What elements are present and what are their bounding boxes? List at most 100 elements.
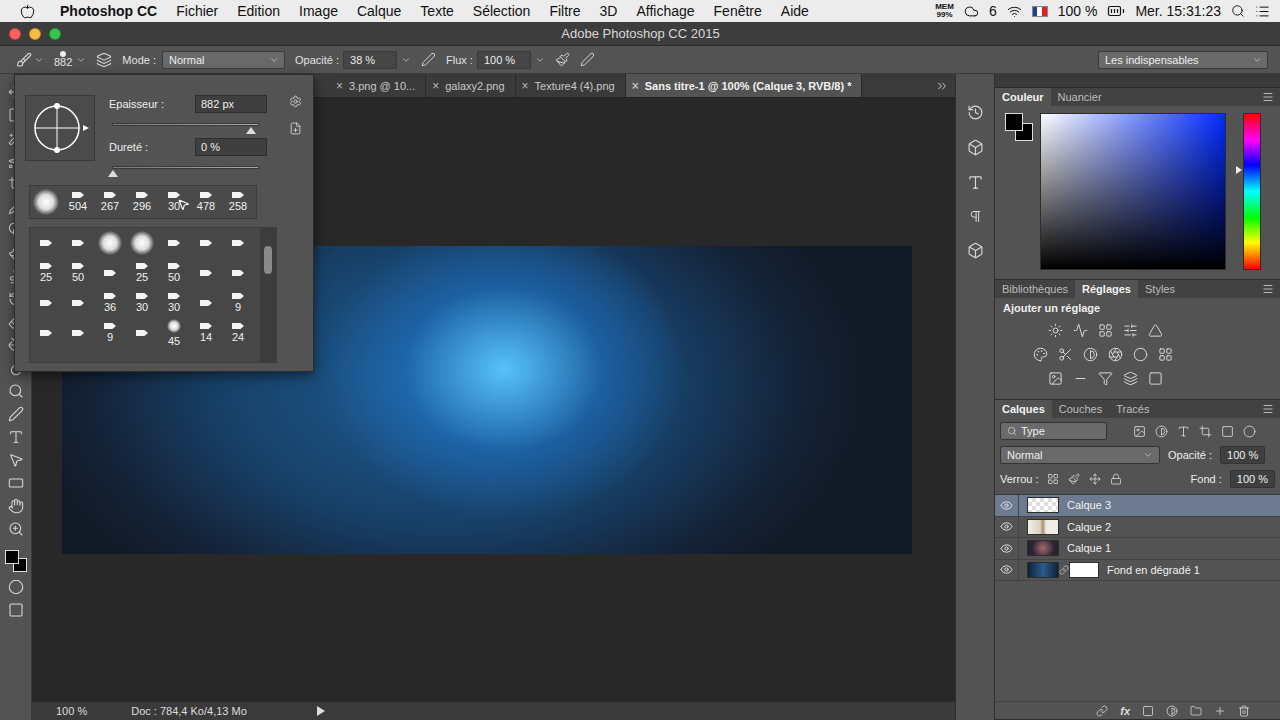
chevron-down-icon[interactable] — [535, 55, 545, 65]
exposure-icon[interactable] — [1123, 323, 1138, 338]
brush-preset[interactable]: 25 — [30, 258, 62, 288]
dodge-icon[interactable] — [8, 383, 24, 399]
screen-mode-icon[interactable] — [8, 602, 24, 618]
brush-preset[interactable] — [62, 318, 94, 348]
chevron-down-icon[interactable] — [76, 55, 86, 65]
filter-toggle-icon[interactable] — [1243, 425, 1256, 438]
menu-item[interactable]: Calque — [357, 3, 401, 19]
brush-preset[interactable]: 30 — [158, 288, 190, 318]
quick-mask-icon[interactable] — [8, 579, 24, 595]
workspace-select[interactable]: Les indispensables — [1098, 51, 1268, 69]
brush-preset[interactable] — [94, 228, 126, 258]
posterize-icon[interactable] — [1073, 371, 1088, 386]
brush-panel-icon[interactable] — [96, 52, 112, 68]
eye-icon[interactable] — [1000, 499, 1013, 512]
panel-tab[interactable]: Couleur — [995, 88, 1051, 106]
vibrance-icon[interactable] — [1148, 323, 1163, 338]
brush-preset[interactable] — [30, 288, 62, 318]
tab-close[interactable]: × — [336, 79, 343, 93]
brush-preset[interactable] — [190, 258, 222, 288]
notifications-icon[interactable] — [1255, 4, 1270, 19]
creative-cloud-icon[interactable] — [964, 4, 979, 19]
brush-preset[interactable]: 24 — [222, 318, 254, 348]
brush-preset[interactable] — [30, 228, 62, 258]
panel-tab[interactable]: Réglages — [1075, 280, 1138, 298]
brush-preset[interactable] — [126, 318, 158, 348]
dock-grip[interactable] — [995, 74, 1280, 88]
mode-select[interactable]: Normal — [162, 51, 285, 69]
pressure-opacity-icon[interactable] — [421, 52, 436, 67]
layer-name[interactable]: Fond en dégradé 1 — [1107, 564, 1200, 576]
brush-preset[interactable]: 50 — [62, 258, 94, 288]
zoom-button[interactable] — [49, 28, 61, 40]
delete-layer-icon[interactable] — [1238, 705, 1250, 717]
chevron-down-icon[interactable] — [269, 55, 279, 65]
link-icon[interactable] — [1059, 565, 1069, 575]
spotlight-icon[interactable] — [1231, 4, 1245, 18]
hue-marker[interactable] — [1236, 166, 1242, 174]
brush-preset[interactable]: 478 — [190, 188, 222, 216]
menu-item[interactable]: Edition — [237, 3, 280, 19]
zoom-icon[interactable] — [8, 521, 24, 537]
hardness-field[interactable]: 0 % — [195, 138, 267, 156]
shape-icon[interactable] — [8, 475, 24, 491]
hardness-slider[interactable] — [112, 166, 259, 169]
filter-pixel-icon[interactable] — [1133, 425, 1146, 438]
photo-filter-icon[interactable] — [1108, 347, 1123, 362]
filter-smart-icon[interactable] — [1221, 425, 1234, 438]
airbrush-icon[interactable] — [555, 52, 570, 67]
brush-angle-icon[interactable] — [27, 98, 93, 158]
panel-menu-icon[interactable] — [1262, 283, 1274, 295]
slider-thumb[interactable] — [246, 127, 256, 134]
brush-preset-picker[interactable]: 882 — [54, 51, 86, 68]
tab-close[interactable]: × — [522, 79, 529, 93]
blend-mode-select[interactable]: Normal — [1000, 446, 1160, 464]
flow-field[interactable]: 100 % — [477, 51, 531, 69]
panel-tab[interactable]: Calques — [995, 400, 1052, 418]
brush-preset[interactable]: 36 — [94, 288, 126, 318]
panel-menu-icon[interactable] — [1262, 403, 1274, 415]
slider-thumb[interactable] — [108, 170, 118, 177]
tab-close[interactable]: × — [432, 79, 439, 93]
layer-mask[interactable] — [1069, 562, 1099, 578]
new-group-icon[interactable] — [1190, 705, 1202, 717]
pen-icon[interactable] — [8, 406, 24, 422]
layer-row[interactable]: Calque 1 — [995, 538, 1280, 560]
new-adjustment-icon[interactable] — [1166, 705, 1178, 717]
visibility-toggle[interactable] — [995, 517, 1019, 538]
filter-shape-icon[interactable] — [1199, 425, 1212, 438]
menu-item[interactable]: Filtre — [549, 3, 580, 19]
eye-icon[interactable] — [1000, 563, 1013, 576]
character-icon[interactable] — [967, 174, 984, 191]
layer-name[interactable]: Calque 2 — [1067, 521, 1111, 533]
brush-preset[interactable] — [62, 288, 94, 318]
eye-icon[interactable] — [1000, 520, 1013, 533]
pressure-size-icon[interactable] — [580, 52, 595, 67]
gear-icon[interactable] — [289, 95, 302, 108]
layer-opacity-field[interactable]: 100 % — [1220, 446, 1265, 464]
color-balance-icon[interactable] — [1058, 347, 1073, 362]
document-tab[interactable]: ×galaxy2.png — [426, 74, 515, 97]
color-field[interactable] — [1040, 113, 1226, 270]
fx-button[interactable]: fx — [1120, 705, 1130, 717]
menu-item[interactable]: Affichage — [636, 3, 694, 19]
invert-icon[interactable] — [1048, 371, 1063, 386]
menu-item[interactable]: 3D — [600, 3, 618, 19]
document-tab[interactable]: ×Sans titre-1 @ 100% (Calque 3, RVB/8) * — [626, 74, 863, 97]
size-field[interactable]: 882 px — [195, 95, 267, 113]
search-icon[interactable] — [1007, 426, 1017, 436]
panel-tab[interactable]: Nuancier — [1051, 88, 1109, 106]
menu-item[interactable]: Texte — [420, 3, 453, 19]
brush-preset[interactable] — [94, 258, 126, 288]
more-tabs-icon[interactable] — [935, 79, 949, 93]
brush-preset[interactable] — [126, 228, 158, 258]
add-mask-icon[interactable] — [1142, 705, 1154, 717]
menu-item[interactable]: Sélection — [473, 3, 531, 19]
panel-tab[interactable]: Couches — [1052, 400, 1109, 418]
hand-icon[interactable] — [8, 498, 24, 514]
new-layer-icon[interactable] — [1214, 705, 1226, 717]
paragraph-icon[interactable] — [968, 209, 983, 224]
type-icon[interactable] — [8, 429, 24, 445]
brush-preset[interactable]: 504 — [62, 188, 94, 216]
layer-name[interactable]: Calque 1 — [1067, 542, 1111, 554]
